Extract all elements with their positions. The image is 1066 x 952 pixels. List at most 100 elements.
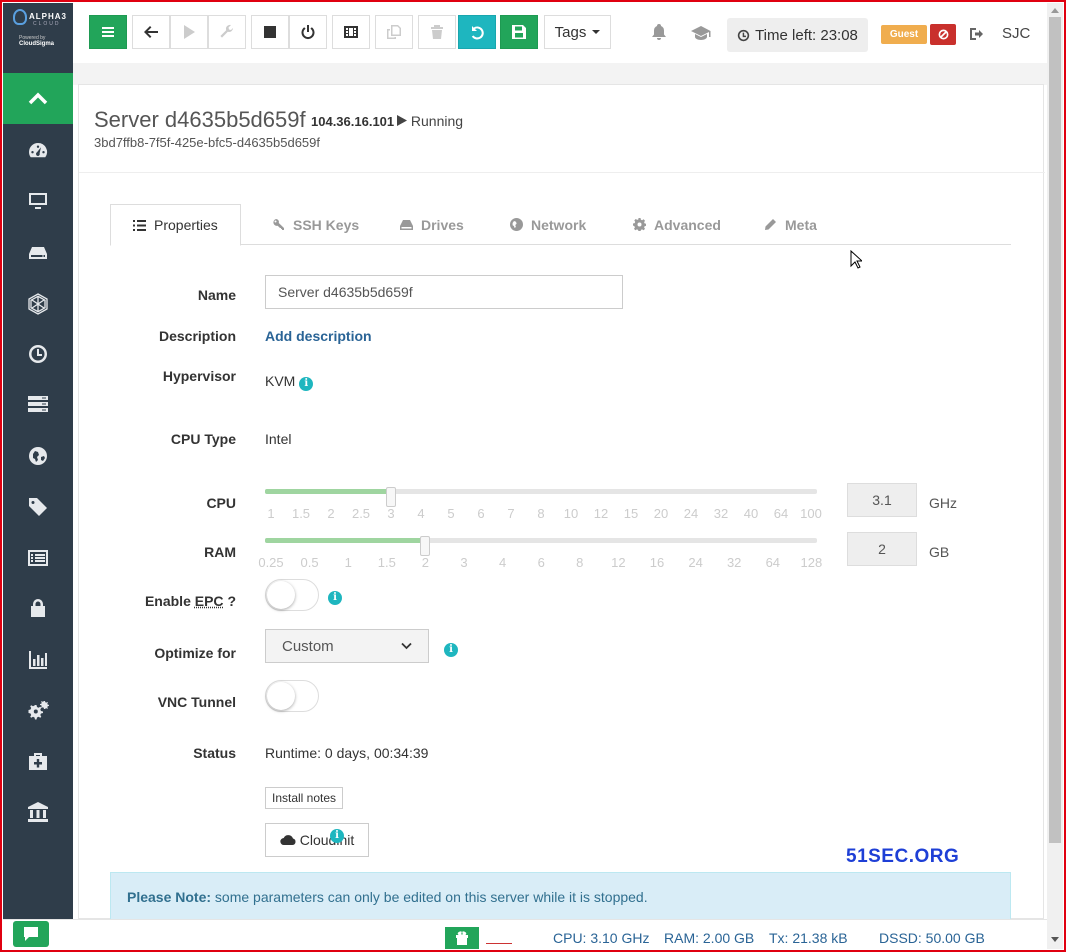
gift-button[interactable] [445,927,479,949]
chat-button[interactable] [13,921,49,947]
slider-tick-label[interactable]: 1 [345,555,352,570]
slider-tick-label[interactable]: 15 [624,506,638,521]
slider-tick-label[interactable]: 4 [417,506,424,521]
slider-tick-label[interactable]: 1 [267,506,274,521]
slider-tick-label[interactable]: 8 [537,506,544,521]
add-description-link[interactable]: Add description [265,328,372,344]
sidebar-item-support[interactable] [3,746,73,776]
info-icon[interactable]: i [328,591,342,605]
scroll-up-arrow-icon[interactable] [1051,7,1059,13]
delete-button[interactable] [418,15,456,49]
tutorials-button[interactable] [687,15,715,49]
slider-tick-label[interactable]: 4 [499,555,506,570]
slider-tick-label[interactable]: 32 [714,506,728,521]
slider-tick-label[interactable]: 6 [538,555,545,570]
info-icon[interactable]: i [330,829,344,843]
cpu-slider[interactable]: 1 1.5 2 2.5 3 4 5 6 7 8 10 12 15 20 24 32 40 64 100 [265,487,822,529]
ram-value-box[interactable]: 2 [847,532,917,566]
slider-tick-label[interactable]: 2 [327,506,334,521]
sidebar-item-drives[interactable] [3,238,73,268]
slider-tick-label[interactable]: 5 [447,506,454,521]
slider-tick-label[interactable]: 10 [564,506,578,521]
tab-advanced[interactable]: Advanced [633,204,721,245]
slider-tick-label[interactable]: 0.25 [258,555,283,570]
stop-button[interactable] [251,15,289,49]
slider-handle[interactable] [420,536,431,556]
slider-tick-label[interactable]: 20 [654,506,668,521]
slider-tick-label[interactable]: 12 [611,555,625,570]
start-button[interactable] [170,15,208,49]
slider-handle[interactable] [386,487,396,507]
cloudinit-button[interactable]: Cloudinit i [265,823,369,857]
location-label[interactable]: SJC [1002,25,1030,42]
slider-tick-label[interactable]: 8 [576,555,583,570]
slider-tick-label[interactable]: 100 [800,506,822,521]
logout-button[interactable] [967,23,987,45]
undo-button[interactable] [458,15,496,49]
slider-tick-label[interactable]: 64 [774,506,788,521]
app-logo[interactable]: ALPHA3 CLOUD Powered by CloudSigma [11,7,66,53]
sidebar-item-security[interactable] [3,593,73,623]
save-button[interactable] [500,15,538,49]
sidebar-item-locations[interactable] [3,441,73,471]
slider-tick-label[interactable]: 12 [594,506,608,521]
status-runtime: Runtime: 0 days, 00:34:39 [265,745,429,761]
info-icon[interactable]: i [299,377,314,391]
notifications-button[interactable] [647,15,671,49]
slider-tick-label[interactable]: 1.5 [292,506,310,521]
console-button[interactable] [332,15,370,49]
slider-tick-label[interactable]: 40 [744,506,758,521]
slider-tick-label[interactable]: 2 [422,555,429,570]
slider-tick-label[interactable]: 24 [688,555,702,570]
slider-tick-label[interactable]: 64 [766,555,780,570]
sidebar-item-network[interactable] [3,289,73,319]
slider-tick-label[interactable]: 0.5 [301,555,319,570]
slider-tick-label[interactable]: 16 [650,555,664,570]
slider-tick-label[interactable]: 7 [507,506,514,521]
vnc-toggle[interactable] [265,680,319,712]
optimize-select[interactable]: Custom [265,629,429,663]
sidebar-item-tags[interactable] [3,492,73,522]
slider-tick-label[interactable]: 3 [460,555,467,570]
sidebar-item-usage[interactable] [3,645,73,675]
menu-button[interactable] [89,15,127,49]
install-notes-button[interactable]: Install notes [265,787,344,809]
info-icon[interactable]: i [444,643,458,657]
tags-dropdown[interactable]: Tags [544,15,611,49]
sidebar-item-dashboard[interactable] [3,136,73,166]
slider-tick-label[interactable]: 3 [387,506,394,521]
slider-tick-label[interactable]: 6 [477,506,484,521]
watermark: 51SEC.ORG [846,846,960,867]
tab-meta[interactable]: Meta [764,204,817,245]
guest-remove-button[interactable] [930,24,956,45]
sidebar-item-account[interactable] [3,797,73,827]
slider-tick-label[interactable]: 128 [801,555,823,570]
ram-slider[interactable]: 0.25 0.5 1 1.5 2 3 4 6 8 12 16 24 32 64 128 [258,536,822,578]
slider-tick-label[interactable]: 24 [684,506,698,521]
tab-properties[interactable]: Properties [110,204,241,246]
slider-tick-label[interactable]: 2.5 [352,506,370,521]
cpu-value-box[interactable]: 3.1 [847,483,917,517]
back-button[interactable] [132,15,170,49]
sidebar-item-billing[interactable] [3,543,73,573]
shutdown-button[interactable] [289,15,327,49]
key-icon [273,219,284,230]
sidebar-item-settings[interactable] [3,696,73,726]
tab-network[interactable]: Network [510,204,586,245]
configure-button[interactable] [208,15,246,49]
sidebar-collapse-button[interactable] [3,73,73,124]
vertical-scrollbar[interactable] [1047,3,1063,949]
sidebar-item-servers[interactable] [3,186,73,216]
sidebar-item-history[interactable] [3,339,73,369]
sidebar-item-stacks[interactable] [3,389,73,419]
scroll-down-arrow-icon[interactable] [1051,937,1059,943]
name-input[interactable]: Server d4635b5d659f [265,275,623,309]
clone-button[interactable] [375,15,413,49]
tab-drives[interactable]: Drives [400,204,464,245]
tab-ssh-keys[interactable]: SSH Keys [272,204,359,245]
epc-toggle[interactable] [265,579,319,611]
divider [79,172,1045,173]
slider-tick-label[interactable]: 32 [727,555,741,570]
slider-tick-label[interactable]: 1.5 [378,555,396,570]
scrollbar-thumb[interactable] [1049,17,1061,843]
